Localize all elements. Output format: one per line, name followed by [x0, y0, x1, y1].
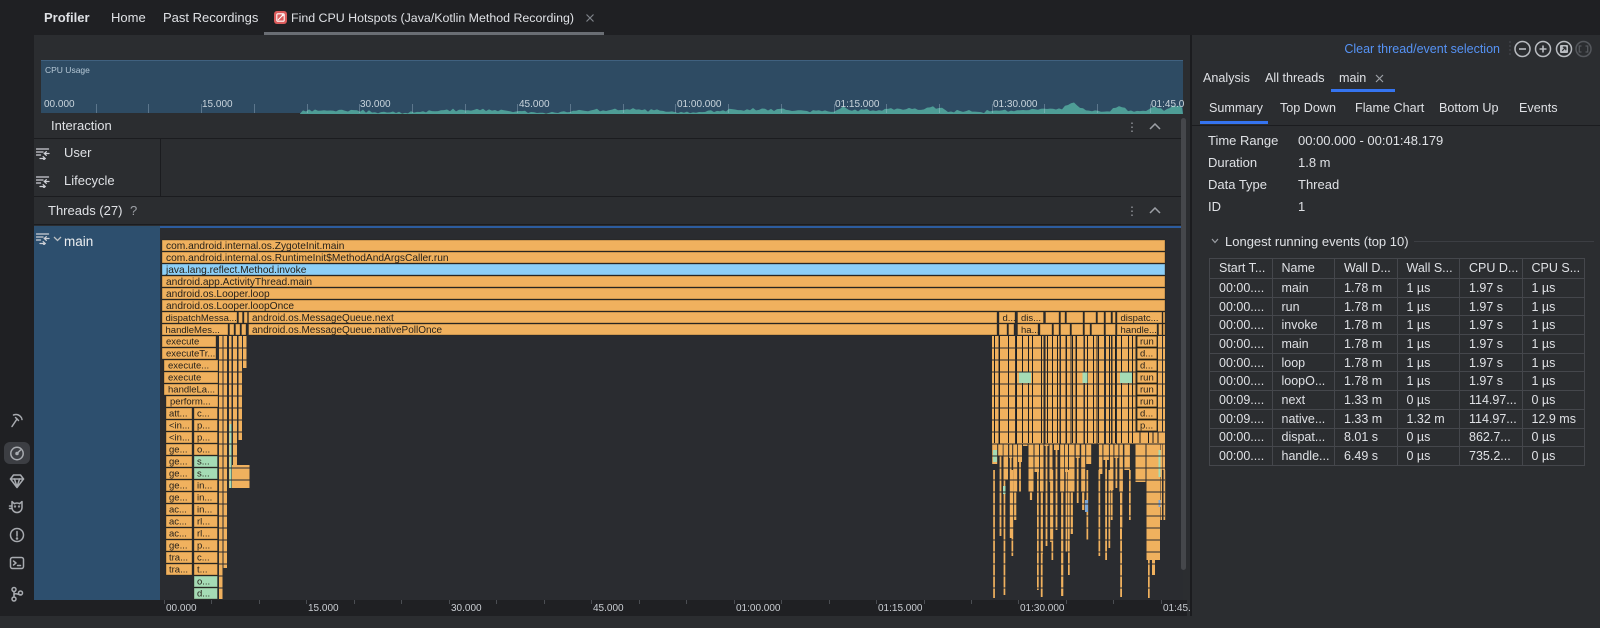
svg-text:s...: s... [197, 457, 210, 468]
svg-text:handleMes...: handleMes... [166, 325, 220, 336]
svg-text:ge...: ge... [169, 445, 188, 456]
svg-text:c...: c... [197, 553, 210, 564]
svg-text:ac...: ac... [169, 505, 187, 516]
svg-text:ge...: ge... [169, 469, 188, 480]
svg-text:rl...: rl... [197, 517, 210, 528]
svg-text:run: run [1140, 385, 1154, 396]
svg-text:in...: in... [197, 505, 212, 516]
svg-text:perform...: perform... [170, 397, 211, 408]
svg-text:in...: in... [197, 493, 212, 504]
svg-text:att...: att... [169, 409, 187, 420]
svg-text:com.android.internal.os.Zygote: com.android.internal.os.ZygoteInit.main [166, 241, 344, 252]
svg-text:ge...: ge... [169, 541, 188, 552]
svg-text:run: run [1140, 373, 1154, 384]
svg-text:o...: o... [197, 445, 210, 456]
svg-text:d...: d... [1140, 349, 1153, 360]
svg-text:p...: p... [1140, 421, 1153, 432]
svg-text:o...: o... [197, 577, 210, 588]
svg-text:p...: p... [197, 421, 210, 432]
svg-text:run: run [1140, 397, 1154, 408]
svg-text:execute: execute [168, 373, 201, 384]
svg-text:tra...: tra... [169, 553, 188, 564]
svg-text:handle...: handle... [1121, 325, 1157, 336]
svg-text:dispatc...: dispatc... [1121, 313, 1159, 324]
svg-text:android.os.MessageQueue.native: android.os.MessageQueue.nativePollOnce [252, 325, 443, 336]
svg-text:execute: execute [166, 337, 199, 348]
svg-text:t...: t... [197, 565, 208, 576]
svg-text:executeTr...: executeTr... [166, 349, 215, 360]
svg-text:ge...: ge... [169, 493, 188, 504]
svg-text:d...: d... [1003, 313, 1016, 324]
svg-text:rl...: rl... [197, 529, 210, 540]
svg-text:handleLa...: handleLa... [168, 385, 215, 396]
svg-text:ac...: ac... [169, 517, 187, 528]
svg-text:d...: d... [197, 589, 210, 600]
svg-text:android.app.ActivityThread.mai: android.app.ActivityThread.main [166, 277, 312, 288]
svg-text:run: run [1140, 337, 1154, 348]
svg-text:ge...: ge... [169, 457, 188, 468]
svg-text:android.os.Looper.loopOnce: android.os.Looper.loopOnce [166, 301, 294, 312]
svg-text:p...: p... [197, 541, 210, 552]
svg-text:s...: s... [197, 469, 210, 480]
svg-text:<in...: <in... [169, 433, 190, 444]
svg-text:<in...: <in... [169, 421, 190, 432]
svg-text:android.os.MessageQueue.next: android.os.MessageQueue.next [252, 313, 394, 324]
svg-text:p...: p... [197, 433, 210, 444]
svg-text:ha...: ha... [1021, 325, 1040, 336]
svg-text:c...: c... [197, 409, 210, 420]
svg-text:ge...: ge... [169, 481, 188, 492]
svg-text:java.lang.reflect.Method.invok: java.lang.reflect.Method.invoke [165, 265, 307, 276]
svg-text:ac...: ac... [169, 529, 187, 540]
svg-text:dis...: dis... [1021, 313, 1041, 324]
svg-text:android.os.Looper.loop: android.os.Looper.loop [166, 289, 270, 300]
svg-text:dispatchMessa...: dispatchMessa... [166, 313, 237, 324]
svg-text:com.android.internal.os.Runtim: com.android.internal.os.RuntimeInit$Meth… [166, 253, 449, 264]
svg-text:in...: in... [197, 481, 212, 492]
svg-text:execute...: execute... [168, 361, 209, 372]
svg-text:tra...: tra... [169, 565, 188, 576]
svg-text:d...: d... [1140, 409, 1153, 420]
svg-text:d...: d... [1140, 361, 1153, 372]
